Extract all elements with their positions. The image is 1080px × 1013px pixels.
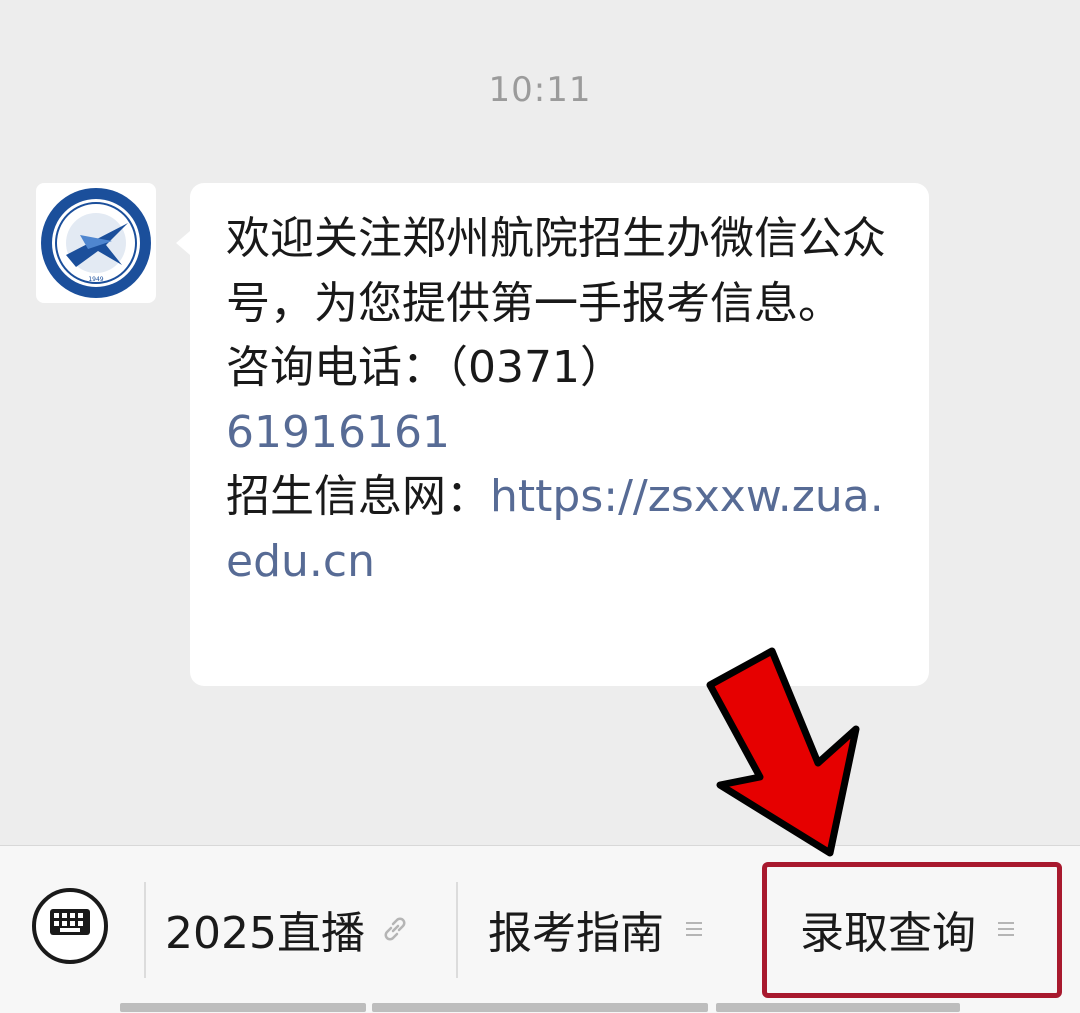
menu-item-label: 2025直播: [165, 908, 365, 959]
sender-avatar[interactable]: 1949: [36, 183, 156, 303]
red-arrow-annotation: [706, 647, 860, 857]
message-timestamp: 10:11: [488, 70, 592, 110]
keyboard-icon: [50, 909, 90, 935]
menu-separator: [456, 882, 458, 978]
phone-number-link[interactable]: 61916161: [226, 407, 450, 458]
zua-university-logo-icon: 1949: [41, 188, 151, 298]
bottom-strip: [120, 1003, 366, 1012]
bottom-strip: [716, 1003, 960, 1012]
menu-lines-icon: [686, 918, 702, 940]
message-welcome-text: 欢迎关注郑州航院招生办微信公众号，为您提供第一手报考信息。: [226, 213, 886, 329]
message-text: 欢迎关注郑州航院招生办微信公众号，为您提供第一手报考信息。 咨询电话：（0371…: [226, 207, 893, 594]
keyboard-toggle-button[interactable]: [32, 888, 108, 964]
svg-text:1949: 1949: [88, 276, 103, 283]
menu-item-exam-guide[interactable]: 报考指南: [488, 886, 702, 972]
menu-item-livestream[interactable]: 2025直播: [165, 886, 409, 972]
link-icon: [384, 917, 406, 941]
message-bubble[interactable]: 欢迎关注郑州航院招生办微信公众号，为您提供第一手报考信息。 咨询电话：（0371…: [176, 183, 929, 686]
bottom-strip: [372, 1003, 708, 1012]
highlight-box: [762, 862, 1062, 998]
site-label: 招生信息网：: [226, 471, 490, 522]
menu-separator: [144, 882, 146, 978]
menu-item-label: 报考指南: [488, 908, 664, 959]
phone-label: 咨询电话：（0371）: [226, 342, 624, 393]
